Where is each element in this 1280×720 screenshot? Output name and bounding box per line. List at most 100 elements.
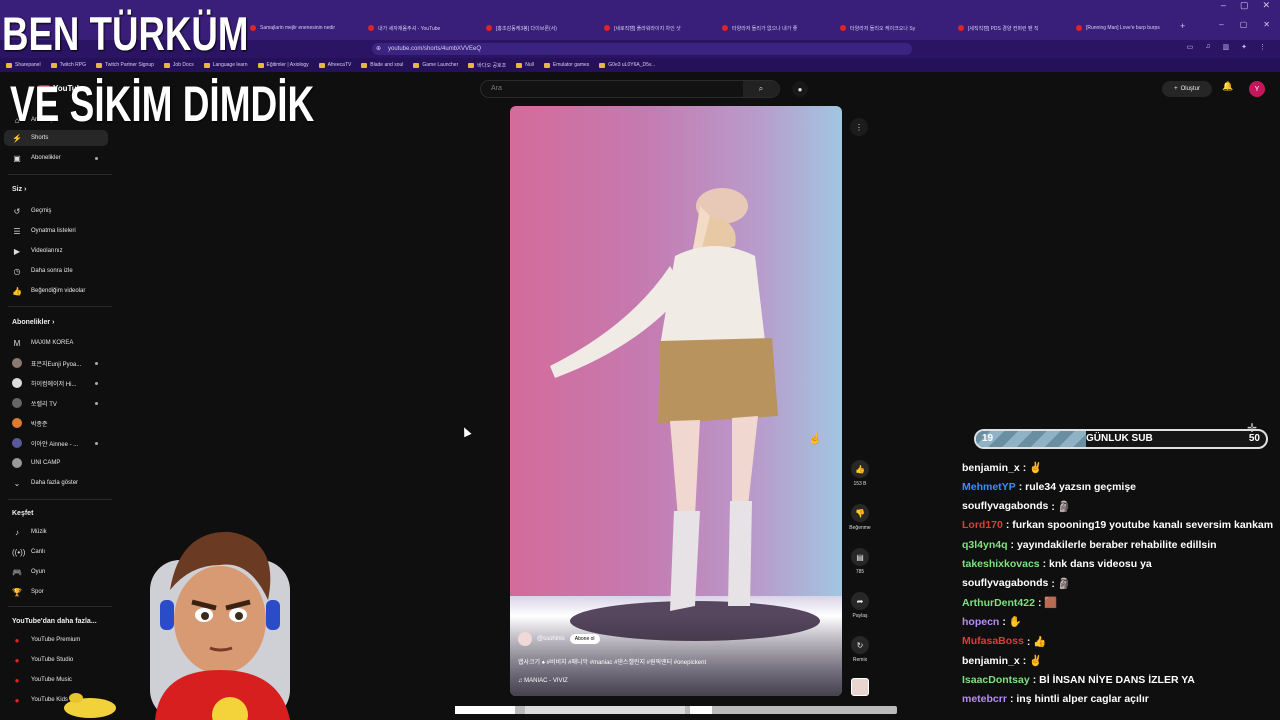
microphone-icon[interactable]: ● bbox=[792, 81, 808, 97]
sidebar-show-more[interactable]: ⌄ Daha fazla göster bbox=[4, 475, 108, 491]
sidebar-item-watch-later[interactable]: ◷ Daha sonra izle bbox=[4, 263, 108, 279]
sidebar-channel[interactable]: 표은지Eunji Pyoa... bbox=[4, 355, 108, 371]
chat-username[interactable]: MehmetYP bbox=[962, 481, 1016, 493]
browser-tab[interactable]: 타양라저 돌리가 없으나 내가 좋 bbox=[722, 21, 834, 35]
new-tab-plus-icon[interactable]: + bbox=[1180, 21, 1185, 31]
next-shorts-preview-bar[interactable] bbox=[455, 706, 897, 714]
bookmark[interactable]: 바다오 공호조 bbox=[468, 62, 506, 69]
chat-username[interactable]: hopecn bbox=[962, 616, 999, 628]
browser-tab[interactable]: [Running Man] Love'e burp burps bbox=[1076, 21, 1188, 35]
chat-username[interactable]: takeshixkovacs bbox=[962, 558, 1040, 570]
sidebar-item-subscriptions[interactable]: ▣ Abonelikler bbox=[4, 150, 108, 166]
chat-username[interactable]: souflyvagabonds bbox=[962, 577, 1048, 589]
extensions-icon[interactable]: ✦ bbox=[1241, 43, 1247, 51]
search-box[interactable]: Ara ⌕ bbox=[480, 80, 780, 98]
sidebar-item-premium[interactable]: ● YouTube Premium bbox=[4, 632, 108, 648]
browser-tab[interactable]: 내가 세자재옴주셔 - YouTube bbox=[368, 21, 480, 35]
browser-tab[interactable]: [세직직캠] PDS 경양 컨퍼런 팬 직 bbox=[958, 21, 1070, 35]
chat-username[interactable]: IsaacDontsay bbox=[962, 674, 1030, 686]
chat-username[interactable]: souflyvagabonds bbox=[962, 500, 1048, 512]
chat-username[interactable]: Lord170 bbox=[962, 519, 1003, 531]
close-icon[interactable]: ✕ bbox=[1262, 0, 1270, 11]
channel-avatar bbox=[12, 458, 22, 468]
minimize-icon[interactable]: – bbox=[1219, 20, 1223, 29]
browser-tab[interactable]: Samajlarin mejlir enenesinin nedir bbox=[250, 21, 362, 35]
sub-goal-current: 19 bbox=[982, 433, 994, 444]
stream-overlay-title-line1: BEN TÜRKÜM bbox=[2, 7, 249, 60]
chat-username[interactable]: ArthurDent422 bbox=[962, 597, 1035, 609]
account-avatar[interactable]: Y bbox=[1249, 81, 1265, 97]
maximize-icon[interactable]: ▢ bbox=[1240, 0, 1249, 11]
sidebar-item-history[interactable]: ↺ Geçmiş bbox=[4, 203, 108, 219]
sidebar-section-you[interactable]: Siz › bbox=[12, 186, 26, 193]
chevron-right-icon: › bbox=[52, 319, 55, 326]
chat-username[interactable]: q3l4yn4q bbox=[962, 539, 1008, 551]
sidebar-item-music[interactable]: ♪ Müzik bbox=[4, 524, 108, 540]
subscriptions-icon: ▣ bbox=[13, 153, 21, 163]
bookmark[interactable]: Eğitimler | Axiology bbox=[257, 62, 309, 68]
chat-message: souflyvagabonds : 🗿 bbox=[962, 574, 1280, 593]
video-caption[interactable]: 랩사크기 ♠ #비비지 #매니악 #maniac #댄스챌린지 #원픽엔터 #o… bbox=[518, 659, 818, 668]
dislike-button[interactable]: 👎 Beğenme bbox=[845, 504, 875, 531]
browser-tab[interactable]: [홍조감동케3봉] 다이브론(서) bbox=[486, 21, 598, 35]
bookmark[interactable]: Null bbox=[516, 62, 534, 68]
browser-tab[interactable]: 타양라저 돌리오 케이크오나 Sy bbox=[840, 21, 952, 35]
tab-list: Samajlarin mejlir enenesinin nedir 내가 세자… bbox=[250, 21, 1188, 35]
shorts-video-player[interactable]: @ssohinis Abone ol 랩사크기 ♠ #비비지 #매니악 #man… bbox=[510, 106, 842, 696]
folder-icon bbox=[468, 62, 475, 68]
music-track[interactable]: ♫ MANIAC - VIVIZ bbox=[518, 678, 568, 684]
sidebar-channel[interactable]: UNI CAMP bbox=[4, 455, 108, 471]
chat-message: MufasaBoss : 👍 bbox=[962, 632, 1280, 651]
sidebar-item-studio[interactable]: ● YouTube Studio bbox=[4, 652, 108, 668]
channel-avatar[interactable] bbox=[518, 632, 532, 646]
sidebar-item-sports[interactable]: 🏆 Spor bbox=[4, 584, 108, 600]
maximize-icon[interactable]: ▢ bbox=[1240, 20, 1248, 29]
audio-thumbnail-image bbox=[851, 678, 869, 696]
gamepad-icon: 🎮 bbox=[12, 567, 22, 577]
more-options-icon[interactable]: ⋮ bbox=[850, 118, 868, 136]
search-icon[interactable]: ⌕ bbox=[743, 81, 779, 97]
search-input[interactable]: Ara bbox=[491, 85, 502, 92]
media-icon[interactable]: ♫ bbox=[1205, 43, 1210, 51]
site-info-icon[interactable]: ⊕ bbox=[376, 43, 381, 55]
sidebar-item-live[interactable]: ((•)) Canlı bbox=[4, 544, 108, 560]
sidebar-channel[interactable]: M MAXIM KOREA bbox=[4, 335, 108, 351]
menu-dots-icon[interactable]: ⋮ bbox=[1259, 43, 1266, 51]
share-button[interactable]: ➦ Paylaş bbox=[845, 592, 875, 619]
chat-username[interactable]: benjamin_x bbox=[962, 462, 1020, 474]
create-button[interactable]: + Oluştur bbox=[1162, 81, 1212, 97]
channel-handle[interactable]: @ssohinis bbox=[537, 636, 565, 642]
minimize-icon[interactable]: – bbox=[1221, 0, 1226, 11]
screen-cast-icon[interactable]: ▭ bbox=[1187, 43, 1194, 51]
browser-tab[interactable]: [세로직캠] 플라워라이지 차인 샷 bbox=[604, 21, 716, 35]
chat-username[interactable]: benjamin_x bbox=[962, 655, 1020, 667]
remix-button[interactable]: ↻ Remix bbox=[845, 636, 875, 663]
sound-thumbnail[interactable] bbox=[845, 678, 875, 696]
close-icon[interactable]: ✕ bbox=[1263, 20, 1270, 29]
bookmark[interactable]: G0e3 uL0Y6A_D5v... bbox=[599, 62, 655, 68]
subscribe-button[interactable]: Abone ol bbox=[569, 634, 600, 644]
bookmark[interactable]: Emulator games bbox=[543, 62, 589, 68]
chat-username[interactable]: MufasaBoss bbox=[962, 635, 1024, 647]
sidebar-item-playlists[interactable]: ☰ Oynatma listeleri bbox=[4, 223, 108, 239]
bookmark[interactable]: AfreecaTV bbox=[318, 62, 351, 68]
comments-button[interactable]: ▤ 785 bbox=[845, 548, 875, 575]
like-button[interactable]: 👍 153 B bbox=[845, 460, 875, 487]
sidebar-item-gaming[interactable]: 🎮 Oyun bbox=[4, 564, 108, 580]
sidebar-section-subscriptions[interactable]: Abonelikler › bbox=[12, 319, 54, 326]
sidebar-channel[interactable]: 박종준 bbox=[4, 415, 108, 431]
bookmark[interactable]: Blade and soul bbox=[361, 62, 403, 68]
sidebar-icon[interactable]: ▥ bbox=[1223, 43, 1230, 51]
chat-username[interactable]: metebcrr bbox=[962, 693, 1007, 705]
sidebar-channel[interactable]: 쏘렐리 TV bbox=[4, 395, 108, 411]
sidebar-item-music-app[interactable]: ● YouTube Music bbox=[4, 672, 108, 688]
sidebar-channel[interactable]: 하이컴에이저 Hi... bbox=[4, 375, 108, 391]
chat-text: : 🗿 bbox=[1051, 500, 1071, 513]
sidebar-item-your-videos[interactable]: ▶ Videolarınız bbox=[4, 243, 108, 259]
sidebar-channel[interactable]: 이아얀 Ainnee - ... bbox=[4, 435, 108, 451]
sidebar-item-liked-videos[interactable]: 👍 Beğendiğim videolar bbox=[4, 283, 108, 299]
notifications-bell-icon[interactable]: 🔔 bbox=[1222, 81, 1233, 92]
url-field[interactable]: ⊕ youtube.com/shorts/4umbXVVEeQ bbox=[372, 43, 912, 55]
chat-message: ArthurDent422 : 🟫 bbox=[962, 593, 1280, 612]
bookmark[interactable]: Game Launcher bbox=[413, 62, 458, 68]
